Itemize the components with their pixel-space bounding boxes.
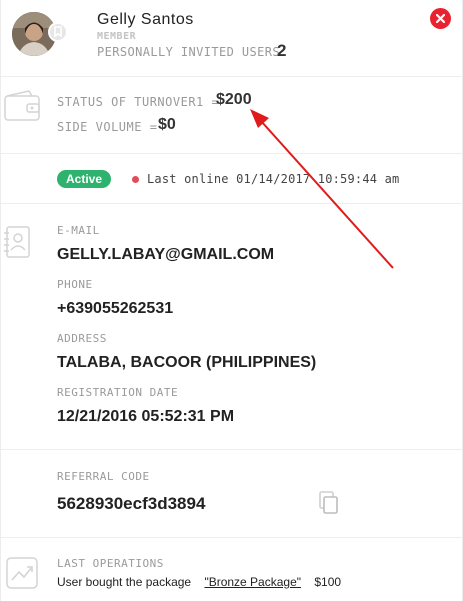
- status-badge: Active: [57, 170, 112, 188]
- user-name: Gelly Santos: [97, 11, 194, 28]
- user-role: MEMBER: [97, 31, 137, 42]
- user-profile-panel: Gelly Santos MEMBER PERSONALLY INVITED U…: [0, 0, 463, 601]
- offline-dot: [132, 176, 139, 183]
- bronze-package-link[interactable]: "Bronze Package": [204, 575, 301, 589]
- last-operations-label: LAST OPERATIONS: [57, 557, 164, 570]
- side-volume-label: SIDE VOLUME =: [57, 120, 158, 134]
- invited-users-count: 2: [277, 41, 287, 60]
- registration-date-value: 12/21/2016 05:52:31 PM: [57, 408, 235, 425]
- last-operation-item: User bought the package "Bronze Package"…: [57, 575, 341, 589]
- profile-header: Gelly Santos MEMBER PERSONALLY INVITED U…: [1, 0, 463, 77]
- operation-text: User bought the package: [57, 575, 192, 589]
- last-online: Last online 01/14/2017 10:59:44 am: [147, 172, 400, 186]
- referral-code-value: 5628930ecf3d3894: [57, 494, 206, 513]
- address-label: ADDRESS: [57, 332, 107, 345]
- close-icon: [436, 14, 445, 23]
- phone-label: PHONE: [57, 278, 93, 291]
- email-label: E-MAIL: [57, 224, 100, 237]
- phone-value: +639055262531: [57, 300, 174, 317]
- invited-users-label: PERSONALLY INVITED USERS: [97, 45, 280, 59]
- wallet-icon: [4, 90, 40, 121]
- turnover-status-value: $200: [216, 91, 252, 108]
- copy-icon[interactable]: [319, 491, 339, 515]
- registration-date-label: REGISTRATION DATE: [57, 386, 179, 399]
- referral-code-label: REFERRAL CODE: [57, 470, 150, 483]
- turnover-section: [1, 77, 463, 154]
- operation-amount: $100: [314, 575, 342, 589]
- close-button[interactable]: [430, 8, 451, 29]
- side-volume-value: $0: [158, 116, 176, 133]
- email-value: GELLY.LABAY@GMAIL.COM: [57, 246, 275, 263]
- turnover-status-label: STATUS OF TURNOVER1 =: [57, 95, 220, 109]
- address-value: TALABA, BACOOR (PHILIPPINES): [57, 354, 317, 371]
- tag-icon: [48, 22, 68, 42]
- chart-trend-icon: [6, 557, 38, 589]
- contact-book-icon: [4, 226, 30, 258]
